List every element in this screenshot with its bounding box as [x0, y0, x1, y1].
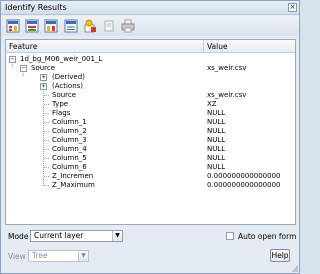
view-select[interactable]: Tree ▼ — [28, 250, 89, 262]
attribute-row[interactable]: Column_2 NULL — [6, 127, 295, 136]
attribute-row[interactable]: Column_5 NULL — [6, 154, 295, 163]
results-tree[interactable]: Feature Value − 1d_bg_M06_weir_001_L − S… — [5, 39, 296, 225]
attribute-row[interactable]: Column_1 NULL — [6, 118, 295, 127]
clear-results-icon — [64, 19, 78, 33]
collapse-tree-button[interactable] — [25, 19, 39, 33]
attribute-value: NULL — [207, 163, 226, 171]
attribute-row[interactable]: Source xs_weir.csv — [6, 91, 295, 100]
value-column-header[interactable]: Value — [207, 42, 228, 51]
tree-row[interactable]: + (Actions) — [6, 82, 295, 91]
expand-new-results-button[interactable] — [44, 19, 58, 33]
attribute-name: Column_1 — [52, 118, 87, 126]
chevron-down-icon: ▼ — [78, 251, 88, 261]
view-selected-value: Tree — [32, 251, 48, 260]
feature-layer-name: 1d_bg_M06_weir_001_L — [20, 55, 103, 63]
feature-column-header[interactable]: Feature — [9, 42, 37, 51]
attribute-name: Type — [52, 100, 69, 108]
collapse-tree-icon — [25, 19, 39, 33]
resize-grip-icon[interactable] — [291, 265, 298, 272]
attribute-name: Flags — [52, 109, 71, 117]
view-label: View — [8, 252, 26, 261]
highlight-feature-icon — [84, 19, 96, 33]
print-icon — [121, 19, 135, 33]
column-divider[interactable] — [203, 40, 204, 53]
expand-tree-icon — [6, 19, 20, 33]
attribute-name: Column_3 — [52, 136, 87, 144]
mode-selected-value: Current layer — [34, 231, 84, 240]
attribute-name: Column_5 — [52, 154, 87, 162]
expand-new-results-icon — [44, 19, 58, 33]
highlight-feature-button[interactable] — [83, 19, 97, 33]
feature-name: Source — [31, 64, 56, 72]
attribute-row[interactable]: Z_Maximum 0.000000000000000 — [6, 181, 295, 190]
clear-results-button[interactable] — [64, 19, 78, 33]
window-title: Identify Results — [5, 3, 67, 12]
title-bar: Identify Results × — [1, 1, 299, 15]
mode-select[interactable]: Current layer ▼ — [30, 230, 123, 242]
feature-name: (Derived) — [52, 73, 85, 81]
attribute-value: NULL — [207, 127, 226, 135]
expand-tree-button[interactable] — [6, 19, 20, 33]
feature-name: (Actions) — [52, 82, 84, 90]
attribute-row[interactable]: Column_6 NULL — [6, 163, 295, 172]
attribute-row[interactable]: Z_Incremen 0.000000000000000 — [6, 172, 295, 181]
expand-icon[interactable]: + — [40, 83, 47, 90]
attribute-value: 0.000000000000000 — [207, 181, 281, 189]
attribute-value: xs_weir.csv — [207, 91, 247, 99]
collapse-icon[interactable]: − — [9, 56, 16, 63]
tree-row[interactable]: + (Derived) — [6, 73, 295, 82]
chevron-down-icon: ▼ — [112, 231, 122, 241]
attribute-value: NULL — [207, 109, 226, 117]
attribute-row[interactable]: Column_4 NULL — [6, 145, 295, 154]
collapse-icon[interactable]: − — [20, 65, 27, 72]
help-button[interactable]: Help — [270, 249, 290, 262]
attribute-value: NULL — [207, 145, 226, 153]
attribute-name: Z_Incremen — [52, 172, 94, 180]
auto-open-form-checkbox[interactable] — [226, 232, 234, 240]
toolbar — [1, 16, 299, 36]
mode-label: Mode — [8, 232, 29, 241]
attribute-row[interactable]: Flags NULL — [6, 109, 295, 118]
copy-feature-button[interactable] — [102, 19, 116, 33]
attribute-value: NULL — [207, 154, 226, 162]
results-header: Feature Value — [6, 40, 295, 53]
attribute-name: Z_Maximum — [52, 181, 95, 189]
copy-feature-icon — [104, 20, 114, 32]
attribute-name: Column_6 — [52, 163, 87, 171]
feature-value: xs_weir.csv — [207, 64, 247, 72]
close-button[interactable]: × — [288, 3, 297, 12]
auto-open-form-label: Auto open form — [238, 232, 297, 241]
print-button[interactable] — [121, 19, 135, 33]
identify-results-window: Identify Results × Feature Value − 1d_bg… — [0, 0, 300, 274]
attribute-name: Column_4 — [52, 145, 87, 153]
attribute-value: 0.000000000000000 — [207, 172, 281, 180]
tree-row[interactable]: − Source xs_weir.csv — [6, 64, 295, 73]
attribute-value: XZ — [207, 100, 217, 108]
attribute-name: Source — [52, 91, 77, 99]
expand-icon[interactable]: + — [40, 74, 47, 81]
attribute-value: NULL — [207, 136, 226, 144]
attribute-name: Column_2 — [52, 127, 87, 135]
attribute-row[interactable]: Type XZ — [6, 100, 295, 109]
tree-row[interactable]: − 1d_bg_M06_weir_001_L — [6, 55, 295, 64]
bottom-controls: Mode Current layer ▼ Auto open form View… — [1, 227, 299, 273]
attribute-value: NULL — [207, 118, 226, 126]
attribute-row[interactable]: Column_3 NULL — [6, 136, 295, 145]
